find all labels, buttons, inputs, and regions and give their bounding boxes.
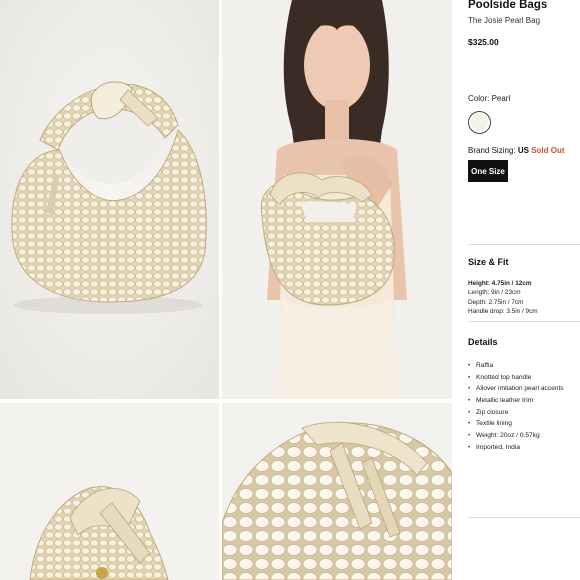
- product-name: The Josie Pearl Bag: [468, 16, 541, 25]
- brand-sizing-value: US: [517, 146, 529, 155]
- details-item: Knotted top handle: [468, 372, 564, 384]
- size-height: Height: 4.75in / 12cm: [468, 280, 532, 287]
- size-handle-drop: Handle drop: 3.5in / 9cm: [468, 307, 538, 315]
- sold-out-badge: Sold Out: [531, 146, 565, 155]
- color-swatch-pearl[interactable]: [468, 111, 491, 134]
- product-info-panel: Poolside Bags The Josie Pearl Bag $325.0…: [452, 0, 580, 580]
- size-fit-heading[interactable]: Size & Fit: [468, 257, 509, 267]
- details-item: Textile lining: [468, 418, 564, 430]
- details-item: Allover imitation pearl accents: [468, 383, 564, 395]
- size-depth: Depth: 2.75in / 7cm: [468, 298, 524, 306]
- details-item: Weight: 20oz / 0.57kg: [468, 430, 564, 442]
- divider: [468, 321, 580, 322]
- product-image-detail-knot[interactable]: [0, 403, 219, 580]
- size-fit-list: Height: 4.75in / 12cm Length: 9in / 23cm…: [468, 279, 538, 316]
- product-gallery: [0, 0, 452, 580]
- size-option-button[interactable]: One Size: [468, 160, 508, 182]
- product-image-front[interactable]: [0, 0, 219, 399]
- divider: [468, 244, 580, 245]
- product-image-detail-pearls[interactable]: [222, 403, 452, 580]
- details-heading[interactable]: Details: [468, 337, 498, 347]
- product-price: $325.00: [468, 37, 499, 47]
- details-item: Metallic leather trim: [468, 395, 564, 407]
- details-item: Raffia: [468, 360, 564, 372]
- product-image-model[interactable]: [222, 0, 452, 399]
- brand-sizing-row: Brand Sizing: US Sold Out: [468, 146, 565, 155]
- size-length: Length: 9in / 23cm: [468, 289, 521, 297]
- divider: [468, 517, 580, 518]
- details-list: Raffia Knotted top handle Allover imitat…: [468, 360, 564, 454]
- brand-name[interactable]: Poolside Bags: [468, 0, 547, 11]
- brand-sizing-label: Brand Sizing:: [468, 146, 516, 155]
- details-item: Imported, India: [468, 442, 564, 454]
- details-item: Zip closure: [468, 407, 564, 419]
- color-label: Color: Pearl: [468, 94, 511, 103]
